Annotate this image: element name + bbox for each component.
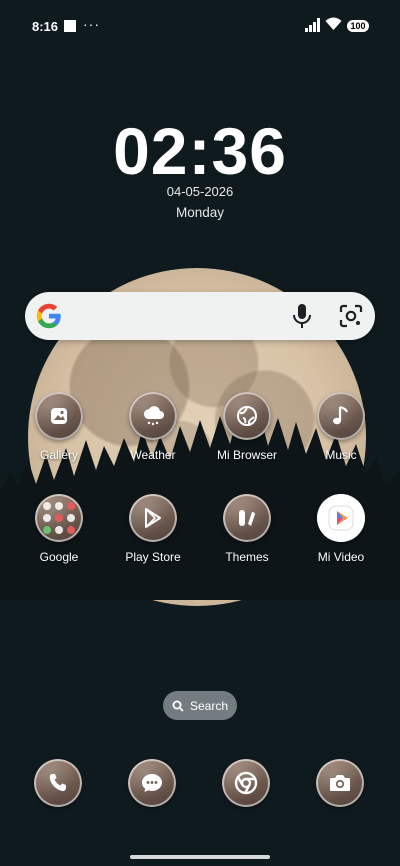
messages-icon	[142, 774, 162, 792]
search-icon	[172, 700, 184, 712]
home-indicator[interactable]	[130, 855, 270, 859]
app-themes[interactable]: Themes	[202, 494, 292, 564]
wifi-icon	[325, 17, 342, 30]
music-icon	[317, 392, 365, 440]
status-time: 8:16	[32, 19, 59, 34]
gallery-icon	[35, 392, 83, 440]
app-search-label: Search	[189, 698, 229, 713]
clock-date: 04-05-2026	[166, 184, 234, 199]
themes-icon	[223, 494, 271, 542]
mi-video-icon	[317, 494, 365, 542]
app-weather[interactable]: Weather	[108, 392, 198, 462]
app-label: Music	[325, 448, 357, 462]
camera-icon	[330, 775, 350, 791]
app-google-folder[interactable]: Google	[14, 494, 104, 564]
app-mi-browser[interactable]: Mi Browser	[202, 392, 292, 462]
browser-icon	[223, 392, 271, 440]
battery-icon: 100	[347, 20, 369, 32]
app-music[interactable]: Music	[296, 392, 386, 462]
google-lens-icon[interactable]	[339, 304, 363, 328]
app-label: Themes	[225, 550, 269, 564]
app-label: Play Store	[125, 550, 181, 564]
dock-phone[interactable]	[34, 759, 82, 807]
app-search-button[interactable]: Search	[163, 691, 237, 720]
status-bar: 8:16 ··· 100	[0, 0, 400, 48]
clock-time[interactable]: 02:36	[0, 113, 400, 189]
phone-icon	[49, 774, 66, 792]
microphone-icon[interactable]	[291, 303, 313, 329]
dock-messages[interactable]	[128, 759, 176, 807]
app-gallery[interactable]: Gallery	[14, 392, 104, 462]
notification-icon	[64, 20, 76, 32]
dock-camera[interactable]	[316, 759, 364, 807]
play-store-icon	[129, 494, 177, 542]
more-notifications-icon: ···	[83, 16, 100, 32]
weather-icon	[129, 392, 177, 440]
signal-icon	[305, 18, 320, 32]
google-logo-icon	[36, 303, 61, 329]
app-label: Weather	[130, 448, 176, 462]
app-label: Google	[39, 550, 79, 564]
folder-icon	[35, 494, 83, 542]
app-play-store[interactable]: Play Store	[108, 494, 198, 564]
app-label: Mi Video	[317, 550, 365, 564]
clock-day: Monday	[175, 205, 225, 220]
app-label: Mi Browser	[216, 448, 277, 462]
dock-chrome[interactable]	[222, 759, 270, 807]
chrome-icon	[234, 771, 258, 795]
app-mi-video[interactable]: Mi Video	[296, 494, 386, 564]
app-label: Gallery	[39, 448, 78, 462]
google-search-bar[interactable]	[25, 292, 375, 340]
